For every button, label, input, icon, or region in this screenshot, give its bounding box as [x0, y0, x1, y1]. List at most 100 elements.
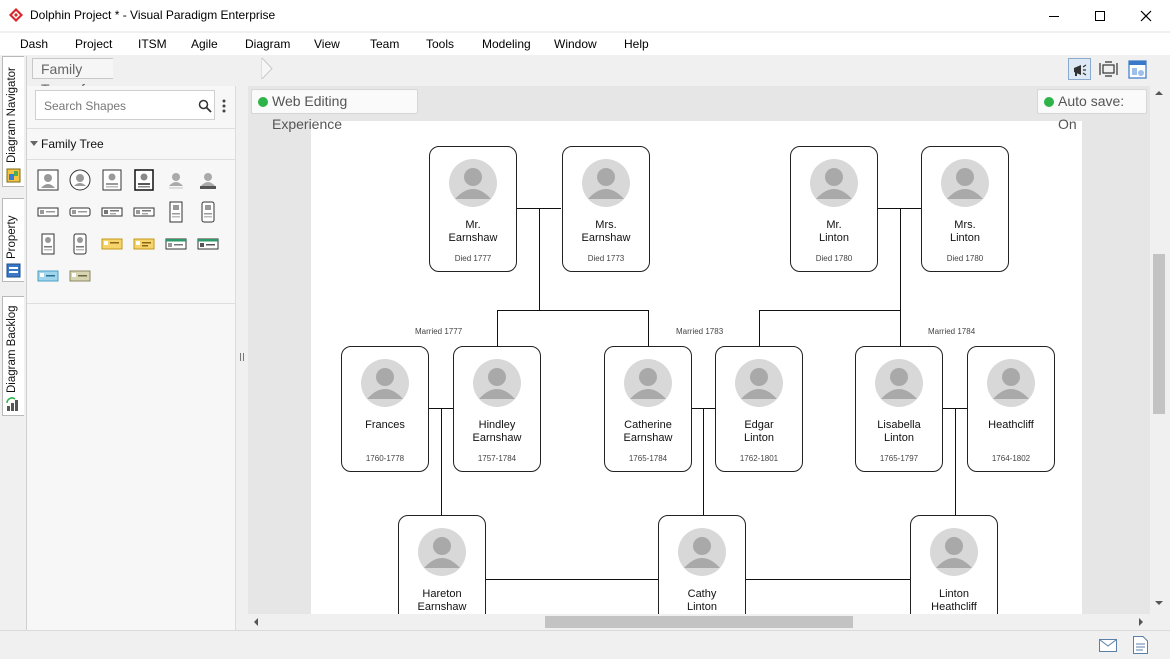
person-node-linton-heathcliff[interactable]: Linton Heathcliff: [910, 515, 998, 614]
avatar: [418, 528, 466, 576]
tab-property[interactable]: Property: [2, 198, 24, 282]
shape-olive-card[interactable]: [69, 265, 91, 287]
vertical-scroll-thumb[interactable]: [1153, 254, 1165, 414]
person-name: Cathy Linton: [687, 588, 717, 613]
menu-project[interactable]: Project: [75, 37, 112, 51]
person-node-cathy[interactable]: Cathy Linton: [658, 515, 746, 614]
descent-line-earnshaw: [539, 208, 540, 310]
autosave-badge[interactable]: Auto save: On: [1037, 89, 1147, 132]
avatar: [678, 528, 726, 576]
minimize-button[interactable]: [1031, 0, 1077, 31]
drop-line-edgar: [759, 310, 760, 346]
shape-green-card-2[interactable]: [197, 233, 219, 255]
person-node-frances[interactable]: Frances 1760-1778: [341, 346, 429, 472]
sibling-line-linton: [759, 310, 901, 311]
menu-diagram[interactable]: Diagram: [245, 37, 290, 51]
menu-team[interactable]: Team: [370, 37, 399, 51]
person-node-catherine[interactable]: Catherine Earnshaw 1765-1784: [604, 346, 692, 472]
scroll-up-icon[interactable]: [1155, 90, 1163, 96]
menu-itsm[interactable]: ITSM: [138, 37, 167, 51]
web-editing-badge[interactable]: Web Editing Experience: [251, 89, 418, 132]
diagram-view-button[interactable]: [1126, 58, 1149, 80]
shape-person-plain[interactable]: [165, 169, 187, 191]
fit-screen-button[interactable]: [1097, 58, 1120, 80]
person-node-mr-linton[interactable]: Mr. Linton Died 1780: [790, 146, 878, 272]
avatar: [875, 359, 923, 407]
collapse-triangle-icon: [30, 141, 38, 146]
shape-blue-card[interactable]: [37, 265, 59, 287]
shape-vertical-card-3[interactable]: [37, 233, 59, 255]
menu-help[interactable]: Help: [624, 37, 649, 51]
search-input[interactable]: [42, 97, 191, 115]
maximize-button[interactable]: [1077, 0, 1123, 31]
scroll-down-icon[interactable]: [1155, 600, 1163, 606]
horizontal-scrollbar[interactable]: [248, 614, 1150, 630]
shape-palette: Family Tree: [27, 86, 236, 630]
person-dates: Died 1780: [815, 254, 853, 263]
shape-vertical-card-1[interactable]: [165, 201, 187, 223]
avatar: [361, 359, 409, 407]
person-silhouette-icon: [455, 168, 491, 199]
menu-window[interactable]: Window: [554, 37, 597, 51]
mail-icon[interactable]: [1099, 639, 1117, 652]
vertical-scrollbar[interactable]: [1150, 86, 1168, 614]
tab-property-label: Property: [6, 215, 18, 259]
shape-yellow-card-2[interactable]: [133, 233, 155, 255]
marriage-label-1: Married 1777: [415, 327, 463, 336]
shape-vertical-card-4[interactable]: [69, 233, 91, 255]
shape-person-round[interactable]: [69, 169, 91, 191]
diagram-view-icon: [1128, 60, 1147, 79]
panel-splitter[interactable]: [236, 86, 248, 630]
shape-yellow-card-1[interactable]: [101, 233, 123, 255]
maximize-icon: [1095, 10, 1105, 21]
search-icon[interactable]: [198, 99, 212, 113]
shape-vertical-card-2[interactable]: [197, 201, 219, 223]
diagram-canvas[interactable]: Web Editing Experience Auto save: On Mar…: [248, 86, 1150, 614]
horizontal-scroll-thumb[interactable]: [545, 616, 853, 628]
search-box: [35, 90, 215, 120]
person-silhouette-icon: [741, 368, 777, 399]
person-name: Hareton Earnshaw: [417, 588, 467, 613]
person-node-isabella[interactable]: Lisabella Linton 1765-1797: [855, 346, 943, 472]
shape-horizontal-card-4[interactable]: [133, 201, 155, 223]
tab-diagram-backlog[interactable]: Diagram Backlog: [2, 296, 24, 416]
menu-agile[interactable]: Agile: [191, 37, 218, 51]
menu-modeling[interactable]: Modeling: [482, 37, 531, 51]
shape-person-card-dark[interactable]: [133, 169, 155, 191]
menu-tools[interactable]: Tools: [426, 37, 454, 51]
close-button[interactable]: [1123, 0, 1169, 31]
shape-horizontal-card-1[interactable]: [37, 201, 59, 223]
person-node-heathcliff[interactable]: Heathcliff 1764-1802: [967, 346, 1055, 472]
breadcrumb-diagram[interactable]: Family Tree of Wuthering Heights: [32, 58, 113, 137]
tab-diagram-navigator[interactable]: Diagram Navigator: [2, 56, 24, 187]
person-dates: 1762-1801: [739, 454, 779, 463]
person-node-mrs-earnshaw[interactable]: Mrs. Earnshaw Died 1773: [562, 146, 650, 272]
person-silhouette-icon: [424, 537, 460, 568]
announcement-button[interactable]: [1068, 58, 1091, 80]
breadcrumb-arrow-icon: [261, 58, 273, 79]
menu-view[interactable]: View: [314, 37, 340, 51]
shape-green-card-1[interactable]: [165, 233, 187, 255]
person-node-hindley[interactable]: Hindley Earnshaw 1757-1784: [453, 346, 541, 472]
palette-section-label: Family Tree: [41, 137, 104, 151]
marriage-line-cathy-linton: [746, 579, 910, 580]
person-node-mrs-linton[interactable]: Mrs. Linton Died 1780: [921, 146, 1009, 272]
more-icon[interactable]: [221, 98, 227, 114]
shape-person-card[interactable]: [101, 169, 123, 191]
person-node-hareton[interactable]: Hareton Earnshaw: [398, 515, 486, 614]
marriage-line-hareton-cathy: [486, 579, 658, 580]
palette-section-header[interactable]: Family Tree: [27, 128, 235, 160]
document-icon[interactable]: [1133, 636, 1148, 654]
shape-person-bar[interactable]: [197, 169, 219, 191]
diagram-backlog-icon: [6, 397, 18, 411]
shape-horizontal-card-2[interactable]: [69, 201, 91, 223]
person-node-mr-earnshaw[interactable]: Mr. Earnshaw Died 1777: [429, 146, 517, 272]
shape-horizontal-card-3[interactable]: [101, 201, 123, 223]
person-node-edgar[interactable]: Edgar Linton 1762-1801: [715, 346, 803, 472]
scroll-left-icon[interactable]: [253, 618, 259, 626]
person-dates: Died 1777: [454, 254, 492, 263]
person-dates: Died 1780: [946, 254, 984, 263]
scroll-right-icon[interactable]: [1138, 618, 1144, 626]
shape-person-square[interactable]: [37, 169, 59, 191]
menu-dash[interactable]: Dash: [20, 37, 48, 51]
